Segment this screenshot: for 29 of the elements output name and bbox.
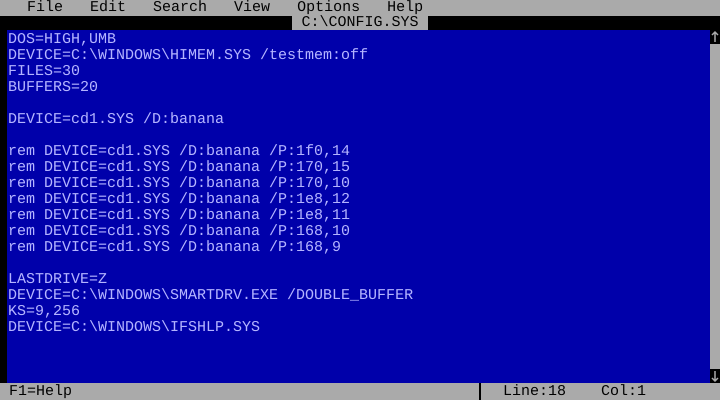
menu-item[interactable]: View bbox=[234, 0, 270, 16]
window-title: C:\CONFIG.SYS bbox=[292, 16, 428, 30]
code-line: rem DEVICE=cd1.SYS /D:banana /P:170,10 bbox=[8, 176, 352, 192]
code-line: DOS=HIGH,UMB bbox=[8, 32, 118, 48]
code-line: LASTDRIVE=Z bbox=[8, 272, 108, 288]
code-line: DEVICE=C:\WINDOWS\HIMEM.SYS /testmem:off bbox=[8, 48, 370, 64]
code-line: DEVICE=C:\WINDOWS\SMARTDRV.EXE /DOUBLE_BUFFER bbox=[8, 288, 414, 304]
scroll-down-icon[interactable] bbox=[710, 369, 720, 383]
scroll-up-icon[interactable] bbox=[710, 30, 720, 44]
code-line: DEVICE=cd1.SYS /D:banana bbox=[8, 112, 226, 128]
menu-item[interactable]: Options bbox=[297, 0, 360, 16]
menu-item[interactable]: Search bbox=[153, 0, 208, 16]
code-line: rem DEVICE=cd1.SYS /D:banana /P:1e8,11 bbox=[8, 208, 352, 224]
code-line: rem DEVICE=cd1.SYS /D:banana /P:170,15 bbox=[8, 160, 352, 176]
scrollbar[interactable] bbox=[710, 30, 720, 383]
line-indicator: Line:18 bbox=[502, 383, 568, 400]
code-line: rem DEVICE=cd1.SYS /D:banana /P:1f0,14 bbox=[8, 144, 352, 160]
column-indicator: Col:1 bbox=[601, 383, 646, 400]
code-line: FILES=30 bbox=[8, 64, 82, 80]
code-line: rem DEVICE=cd1.SYS /D:banana /P:1e8,12 bbox=[8, 192, 352, 208]
help-hint: F1=Help bbox=[0, 383, 481, 400]
menu-item[interactable]: Edit bbox=[90, 0, 126, 16]
code-line: BUFFERS=20 bbox=[8, 80, 100, 96]
menu-item[interactable]: Help bbox=[387, 0, 424, 16]
code-line: DEVICE=C:\WINDOWS\IFSHLP.SYS bbox=[8, 320, 262, 336]
code-line: rem DEVICE=cd1.SYS /D:banana /P:168,10 bbox=[8, 224, 352, 240]
menu-item[interactable]: File bbox=[27, 0, 64, 16]
code-line: KS=9,256 bbox=[8, 304, 82, 320]
code-line: rem DEVICE=cd1.SYS /D:banana /P:168,9 bbox=[8, 240, 342, 256]
